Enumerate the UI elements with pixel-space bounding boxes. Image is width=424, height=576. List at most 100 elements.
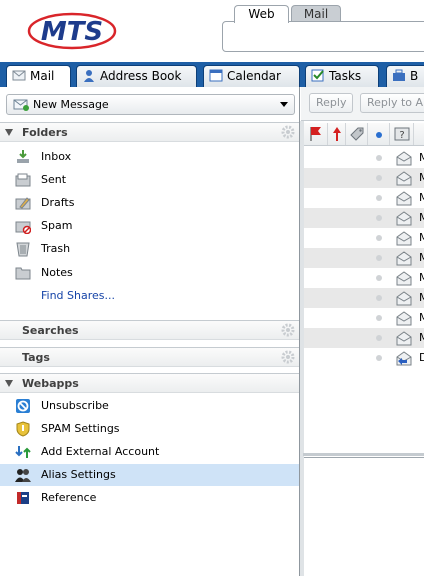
table-row[interactable]: M xyxy=(304,228,424,248)
mts-logo: MTS xyxy=(27,12,117,50)
folder-drafts[interactable]: Drafts xyxy=(0,192,299,214)
folders-header[interactable]: Folders xyxy=(0,122,299,142)
tab-calendar[interactable]: Calendar xyxy=(203,65,300,87)
gear-icon[interactable] xyxy=(281,350,295,364)
webapps-title: Webapps xyxy=(22,377,79,390)
folder-inbox[interactable]: Inbox xyxy=(0,146,299,168)
message-subject: M xyxy=(419,271,424,284)
envelope-open-icon xyxy=(396,251,412,266)
envelope-open-icon xyxy=(396,331,412,346)
folder-spam[interactable]: Spam xyxy=(0,215,299,237)
no-entry-icon xyxy=(16,399,30,413)
webapp-alias-settings[interactable]: Alias Settings xyxy=(0,464,299,486)
status-column[interactable]: ? xyxy=(390,123,414,145)
table-row[interactable]: M xyxy=(304,248,424,268)
priority-icon xyxy=(333,127,341,141)
envelope-open-icon xyxy=(396,171,412,186)
people-icon xyxy=(15,469,31,482)
folder-trash[interactable]: Trash xyxy=(0,238,299,260)
envelope-open-icon xyxy=(396,311,412,326)
read-status-dot[interactable] xyxy=(376,355,382,361)
table-row[interactable]: M xyxy=(304,288,424,308)
table-row[interactable]: M xyxy=(304,188,424,208)
app-tabs: Mail Address Book Calendar Tasks B xyxy=(0,62,424,87)
reply-all-button[interactable]: Reply to All xyxy=(360,93,424,113)
webapp-label: SPAM Settings xyxy=(41,422,120,435)
webapp-label: Unsubscribe xyxy=(41,399,109,412)
folder-label: Spam xyxy=(41,219,73,232)
read-status-dot[interactable] xyxy=(376,255,382,261)
chevron-down-icon[interactable] xyxy=(280,102,288,107)
webapp-spam-settings[interactable]: SPAM Settings xyxy=(0,418,299,440)
message-subject: D xyxy=(419,351,424,364)
read-status-dot[interactable] xyxy=(376,155,382,161)
webapp-label: Add External Account xyxy=(41,445,160,458)
read-status-dot[interactable] xyxy=(376,195,382,201)
collapse-triangle-icon[interactable] xyxy=(5,129,13,136)
read-status-dot[interactable] xyxy=(376,235,382,241)
read-status-dot[interactable] xyxy=(376,295,382,301)
new-message-label: New Message xyxy=(33,98,109,111)
folder-notes[interactable]: Notes xyxy=(0,262,299,284)
reply-button[interactable]: Reply xyxy=(309,93,354,113)
tasks-checkbox-icon xyxy=(311,69,324,82)
folder-label: Trash xyxy=(41,242,71,255)
read-status-dot[interactable] xyxy=(376,175,382,181)
webapp-label: Reference xyxy=(41,491,97,504)
search-input[interactable] xyxy=(222,21,424,52)
tab-web[interactable]: Web xyxy=(234,5,289,23)
read-status-dot[interactable] xyxy=(376,275,382,281)
folder-label: Inbox xyxy=(41,150,72,163)
svg-text:?: ? xyxy=(399,130,404,141)
table-row[interactable]: M xyxy=(304,328,424,348)
tags-header[interactable]: Tags xyxy=(0,347,299,367)
unread-dot-icon xyxy=(376,132,382,138)
read-status-dot[interactable] xyxy=(376,335,382,341)
webapp-label: Alias Settings xyxy=(41,468,116,481)
new-message-button[interactable]: New Message xyxy=(6,94,295,115)
tab-address-book[interactable]: Address Book xyxy=(76,65,197,87)
tab-briefcase[interactable]: B xyxy=(386,65,424,87)
shield-icon xyxy=(16,421,30,437)
flag-column[interactable] xyxy=(304,123,328,145)
table-row[interactable]: M xyxy=(304,308,424,328)
add-account-icon xyxy=(15,446,31,458)
unread-column[interactable] xyxy=(368,123,390,145)
folder-label: Drafts xyxy=(41,196,75,209)
folders-title: Folders xyxy=(22,126,68,139)
webapp-unsubscribe[interactable]: Unsubscribe xyxy=(0,395,299,417)
table-row[interactable]: M xyxy=(304,208,424,228)
preview-divider[interactable] xyxy=(303,453,424,456)
gear-icon[interactable] xyxy=(281,125,295,139)
table-row[interactable]: M xyxy=(304,268,424,288)
tag-column[interactable] xyxy=(346,123,368,145)
message-subject: M xyxy=(419,191,424,204)
find-shares-link[interactable]: Find Shares... xyxy=(0,285,299,307)
priority-column[interactable] xyxy=(328,123,346,145)
collapse-triangle-icon[interactable] xyxy=(5,380,13,387)
webapp-reference[interactable]: Reference xyxy=(0,487,299,509)
book-icon xyxy=(17,492,29,504)
message-toolbar: Reply Reply to All xyxy=(301,87,424,121)
briefcase-icon xyxy=(393,69,405,81)
trash-icon xyxy=(16,242,30,257)
read-status-dot[interactable] xyxy=(376,215,382,221)
spam-folder-icon xyxy=(15,221,31,234)
webapp-add-external-account[interactable]: Add External Account xyxy=(0,441,299,463)
tag-icon xyxy=(350,127,364,141)
new-message-icon xyxy=(13,99,29,111)
tab-tasks[interactable]: Tasks xyxy=(305,65,379,87)
message-list: ? MMMMMMMMMMD xyxy=(304,123,424,453)
find-shares-label: Find Shares... xyxy=(41,289,115,302)
tab-mail-app[interactable]: Mail xyxy=(6,65,71,87)
tab-mail[interactable]: Mail xyxy=(291,5,341,22)
table-row[interactable]: D xyxy=(304,348,424,368)
envelope-replied-icon xyxy=(396,351,412,366)
webapps-header[interactable]: Webapps xyxy=(0,373,299,393)
folder-sent[interactable]: Sent xyxy=(0,169,299,191)
searches-header[interactable]: Searches xyxy=(0,320,299,340)
table-row[interactable]: M xyxy=(304,168,424,188)
table-row[interactable]: M xyxy=(304,148,424,168)
gear-icon[interactable] xyxy=(281,323,295,337)
read-status-dot[interactable] xyxy=(376,315,382,321)
